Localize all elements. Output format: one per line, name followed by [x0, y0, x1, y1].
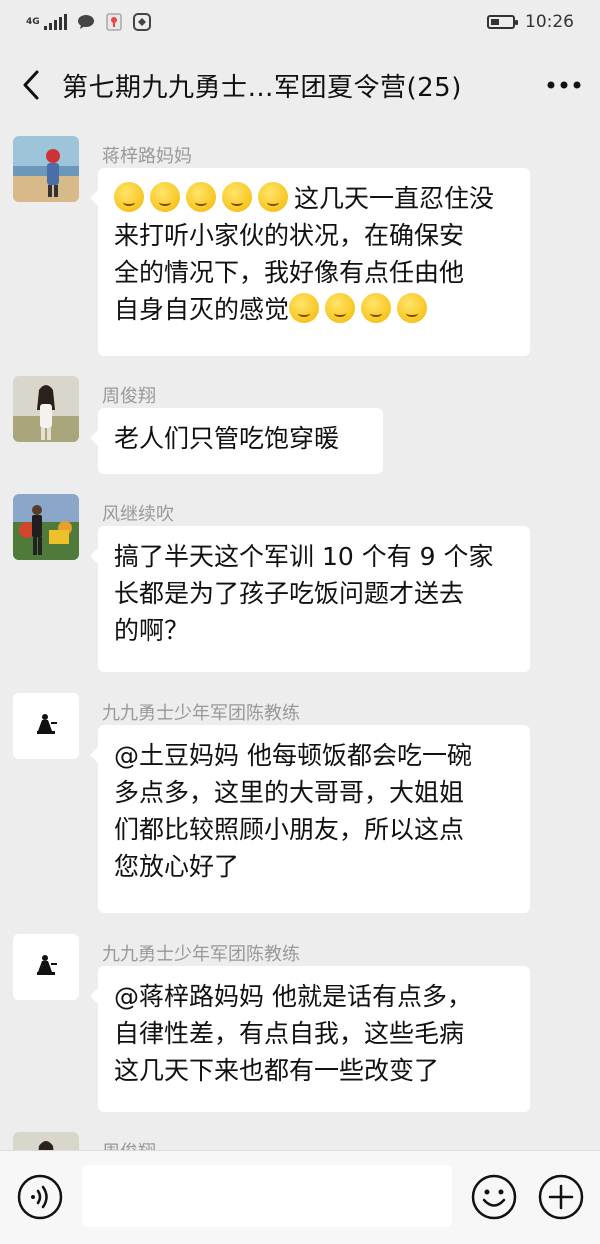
message-input[interactable] [82, 1165, 452, 1227]
message-notification-icon [77, 13, 95, 31]
status-bar: 4G 10:26 [0, 0, 600, 44]
message-text: 多点多，这里的大哥哥，大姐姐 [114, 778, 465, 807]
plus-icon [538, 1174, 584, 1220]
emoji-icon [114, 182, 294, 213]
message-text: 来打听小家伙的状况，在确保安 [114, 221, 465, 250]
back-button[interactable] [0, 44, 62, 126]
chat-title: 第七期九九勇士…军团夏令营(25) [62, 72, 462, 103]
avatar[interactable] [13, 136, 79, 202]
map-notification-icon [105, 13, 123, 31]
message-text: 老人们只管吃饱穿暖 [114, 424, 340, 453]
status-icons-right: 10:26 [487, 12, 574, 32]
status-icons-left: 4G [26, 13, 151, 31]
chat-message-list[interactable]: 蒋梓路妈妈 这几天一直忍住没 来打听小家伙的状况，在确保安 全的情况下，我好像有… [0, 126, 600, 1150]
message-bubble[interactable]: 这几天一直忍住没 来打听小家伙的状况，在确保安 全的情况下，我好像有点任由他 自… [90, 168, 530, 356]
avatar[interactable] [13, 376, 79, 442]
avatar[interactable] [13, 934, 79, 1000]
message-text: @土豆妈妈 他每顿饭都会吃一碗 [114, 741, 472, 770]
voice-icon [17, 1174, 63, 1220]
emoji-icon [471, 1174, 517, 1220]
input-bar [0, 1150, 600, 1244]
chevron-left-icon [23, 70, 39, 100]
message-bubble[interactable]: @蒋梓路妈妈 他就是话有点多， 自律性差，有点自我，这些毛病 这几天下来也都有一… [90, 966, 530, 1112]
sender-name: 九九勇士少年军团陈教练 [102, 703, 300, 724]
message-text: 这几天一直忍住没 [294, 184, 495, 213]
message-text: 搞了半天这个军训 10 个有 9 个家 [114, 542, 494, 571]
message-text: 全的情况下，我好像有点任由他 [114, 258, 465, 287]
message-text: @蒋梓路妈妈 他就是话有点多， [114, 982, 472, 1011]
voice-button[interactable] [16, 1173, 64, 1221]
network-type: 4G [26, 16, 40, 27]
avatar[interactable] [13, 494, 79, 560]
battery-icon [487, 15, 518, 29]
sender-name: 周俊翔 [102, 1138, 156, 1150]
emoji-button[interactable] [470, 1173, 518, 1221]
message-text: 自律性差，有点自我，这些毛病 [114, 1019, 465, 1048]
message-bubble[interactable]: @土豆妈妈 他每顿饭都会吃一碗 多点多，这里的大哥哥，大姐姐 们都比较照顾小朋友… [90, 725, 530, 913]
message-text: 的啊？ [114, 616, 190, 645]
app-notification-icon [132, 13, 151, 31]
sender-name: 九九勇士少年军团陈教练 [102, 944, 300, 965]
avatar[interactable] [13, 693, 79, 759]
signal-icon [43, 14, 67, 30]
sender-name: 风继续吹 [102, 504, 174, 525]
avatar[interactable] [13, 1132, 79, 1150]
more-button[interactable] [528, 44, 600, 126]
message-bubble[interactable]: 老人们只管吃饱穿暖 [90, 408, 383, 474]
sender-name: 蒋梓路妈妈 [102, 146, 192, 167]
more-icon [547, 81, 581, 89]
message-bubble[interactable]: 搞了半天这个军训 10 个有 9 个家 长都是为了孩子吃饭问题才送去 的啊？ [90, 526, 530, 672]
clock: 10:26 [525, 12, 574, 32]
more-actions-button[interactable] [537, 1173, 585, 1221]
message-text: 您放心好了 [114, 852, 240, 881]
emoji-icon [289, 293, 433, 324]
title-bar: 第七期九九勇士…军团夏令营(25) [0, 44, 600, 126]
message-text: 这几天下来也都有一些改变了 [114, 1056, 440, 1085]
message-text: 长都是为了孩子吃饭问题才送去 [114, 579, 465, 608]
sender-name: 周俊翔 [102, 386, 156, 407]
message-text: 们都比较照顾小朋友，所以这点 [114, 815, 465, 844]
message-text: 自身自灭的感觉 [114, 295, 290, 324]
